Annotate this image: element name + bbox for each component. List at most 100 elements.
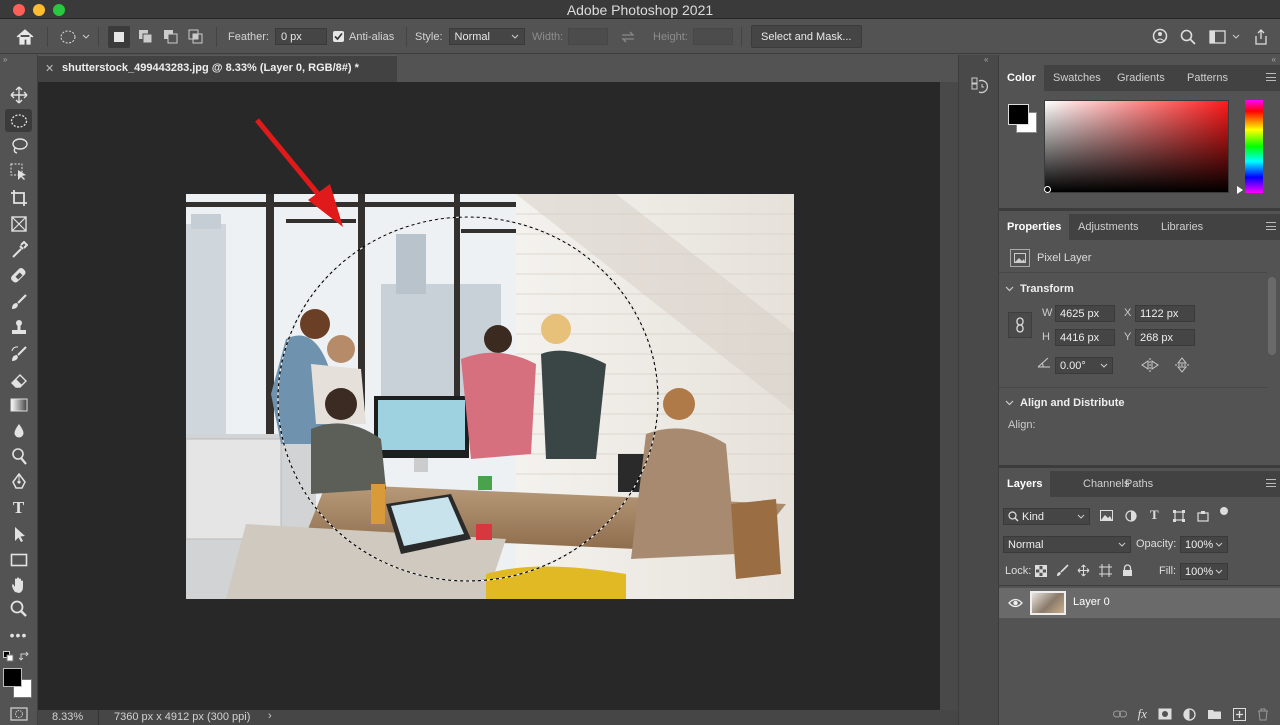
select-and-mask-button[interactable]: Select and Mask... bbox=[751, 25, 862, 48]
layer-filter-select[interactable]: Kind bbox=[1003, 508, 1090, 525]
blur-icon[interactable] bbox=[5, 419, 32, 442]
hue-slider[interactable] bbox=[1245, 100, 1263, 193]
foreground-color-chip[interactable] bbox=[1008, 104, 1029, 125]
blend-mode-select[interactable]: Normal bbox=[1003, 536, 1131, 553]
history-panel-icon[interactable] bbox=[971, 77, 989, 98]
crop-icon[interactable] bbox=[5, 186, 32, 209]
transform-section-header[interactable]: Transform bbox=[1005, 283, 1074, 295]
lock-position-icon[interactable] bbox=[1077, 564, 1090, 580]
new-layer-icon[interactable] bbox=[1233, 707, 1246, 721]
move-icon[interactable] bbox=[5, 83, 32, 106]
search-icon[interactable] bbox=[1180, 19, 1196, 54]
default-colors-icon[interactable] bbox=[3, 651, 14, 665]
foreground-color-swatch[interactable] bbox=[3, 668, 22, 687]
dodge-icon[interactable] bbox=[5, 445, 32, 468]
more-tools-icon[interactable]: ••• bbox=[5, 623, 32, 646]
filter-smart-object-icon[interactable] bbox=[1197, 510, 1209, 525]
tab-patterns[interactable]: Patterns bbox=[1179, 65, 1236, 91]
flip-horizontal-icon[interactable] bbox=[1141, 358, 1159, 375]
filter-adjustment-icon[interactable] bbox=[1125, 510, 1137, 525]
hue-slider-handle[interactable] bbox=[1237, 186, 1243, 194]
link-icon[interactable] bbox=[1008, 312, 1032, 338]
tab-adjustments[interactable]: Adjustments bbox=[1070, 214, 1147, 240]
ellipse-marquee-icon[interactable] bbox=[5, 109, 32, 132]
link-layers-icon[interactable] bbox=[1112, 709, 1127, 719]
rectangle-icon[interactable] bbox=[5, 548, 32, 571]
feather-input[interactable]: 0 px bbox=[274, 28, 327, 45]
collapse-toolbar-icon[interactable]: » bbox=[3, 55, 7, 64]
height-field[interactable]: 4416 px bbox=[1055, 329, 1115, 346]
type-icon[interactable]: T bbox=[5, 496, 32, 519]
lock-pixels-icon[interactable] bbox=[1056, 564, 1069, 580]
layer-row[interactable]: Layer 0 bbox=[999, 588, 1280, 618]
filter-shape-icon[interactable] bbox=[1173, 510, 1185, 525]
style-select[interactable]: Normal bbox=[448, 28, 525, 45]
color-picker-handle[interactable] bbox=[1044, 186, 1051, 193]
tab-paths[interactable]: Paths bbox=[1117, 471, 1161, 497]
hand-icon[interactable] bbox=[5, 573, 32, 596]
flip-vertical-icon[interactable] bbox=[1175, 357, 1189, 376]
height-input[interactable] bbox=[692, 28, 733, 45]
width-field[interactable]: 4625 px bbox=[1055, 305, 1115, 322]
object-select-icon[interactable] bbox=[5, 160, 32, 183]
panel-menu-icon[interactable] bbox=[1266, 73, 1276, 81]
lock-artboard-icon[interactable] bbox=[1099, 564, 1112, 580]
tab-gradients[interactable]: Gradients bbox=[1109, 65, 1173, 91]
lock-all-icon[interactable] bbox=[1122, 564, 1133, 580]
brush-icon[interactable] bbox=[5, 290, 32, 313]
trash-icon[interactable] bbox=[1257, 708, 1269, 721]
close-icon[interactable]: ✕ bbox=[45, 62, 54, 75]
opacity-field[interactable]: 100% bbox=[1180, 536, 1228, 553]
chevron-right-icon[interactable]: › bbox=[268, 710, 272, 722]
intersect-selection-button[interactable] bbox=[188, 19, 204, 54]
tab-libraries[interactable]: Libraries bbox=[1153, 214, 1211, 240]
color-field[interactable] bbox=[1044, 100, 1229, 193]
panel-menu-icon[interactable] bbox=[1266, 222, 1276, 230]
quick-mask-icon[interactable] bbox=[10, 707, 28, 724]
lock-transparent-icon[interactable] bbox=[1035, 565, 1047, 580]
frame-icon[interactable] bbox=[5, 212, 32, 235]
canvas-vertical-scrollbar[interactable] bbox=[940, 82, 958, 710]
lasso-icon[interactable] bbox=[5, 134, 32, 157]
stamp-icon[interactable] bbox=[5, 316, 32, 339]
eyedropper-icon[interactable] bbox=[5, 238, 32, 261]
layer-mask-icon[interactable] bbox=[1158, 708, 1172, 720]
canvas-area[interactable] bbox=[38, 82, 940, 710]
adjustment-layer-icon[interactable] bbox=[1183, 707, 1196, 721]
learn-icon[interactable] bbox=[1151, 19, 1169, 54]
tab-properties[interactable]: Properties bbox=[999, 214, 1070, 240]
document-tab[interactable]: ✕ shutterstock_499443283.jpg @ 8.33% (La… bbox=[38, 55, 397, 82]
collapse-panels-icon[interactable]: « bbox=[1272, 55, 1276, 64]
eraser-icon[interactable] bbox=[5, 368, 32, 391]
y-field[interactable]: 268 px bbox=[1135, 329, 1195, 346]
x-field[interactable]: 1122 px bbox=[1135, 305, 1195, 322]
filter-toggle-icon[interactable] bbox=[1220, 507, 1228, 515]
folder-icon[interactable] bbox=[1207, 708, 1222, 720]
tab-swatches[interactable]: Swatches bbox=[1045, 65, 1109, 91]
eye-icon[interactable] bbox=[1008, 598, 1023, 611]
zoom-icon[interactable] bbox=[5, 597, 32, 620]
angle-field[interactable]: 0.00° bbox=[1055, 357, 1113, 374]
history-brush-icon[interactable] bbox=[5, 342, 32, 365]
swap-dimensions-icon[interactable] bbox=[620, 19, 636, 54]
new-selection-button[interactable] bbox=[108, 19, 130, 54]
pen-icon[interactable] bbox=[5, 470, 32, 493]
properties-scrollbar[interactable] bbox=[1268, 277, 1276, 355]
home-icon[interactable] bbox=[15, 19, 35, 54]
healing-brush-icon[interactable] bbox=[5, 264, 32, 287]
expand-panels-icon[interactable]: « bbox=[984, 55, 988, 64]
swap-colors-icon[interactable] bbox=[18, 651, 31, 665]
share-icon[interactable] bbox=[1253, 19, 1269, 54]
add-selection-button[interactable] bbox=[138, 19, 154, 54]
workspace-icon[interactable] bbox=[1209, 19, 1240, 54]
layer-effects-icon[interactable]: fx bbox=[1138, 706, 1147, 722]
tab-layers[interactable]: Layers bbox=[999, 471, 1051, 497]
tab-color[interactable]: Color bbox=[999, 65, 1044, 91]
layer-name[interactable]: Layer 0 bbox=[1073, 596, 1110, 608]
subtract-selection-button[interactable] bbox=[163, 19, 179, 54]
document-image[interactable] bbox=[186, 194, 794, 599]
width-input[interactable] bbox=[568, 28, 609, 45]
path-select-icon[interactable] bbox=[5, 522, 32, 545]
fill-field[interactable]: 100% bbox=[1180, 563, 1228, 580]
align-section-header[interactable]: Align and Distribute bbox=[1005, 397, 1125, 409]
